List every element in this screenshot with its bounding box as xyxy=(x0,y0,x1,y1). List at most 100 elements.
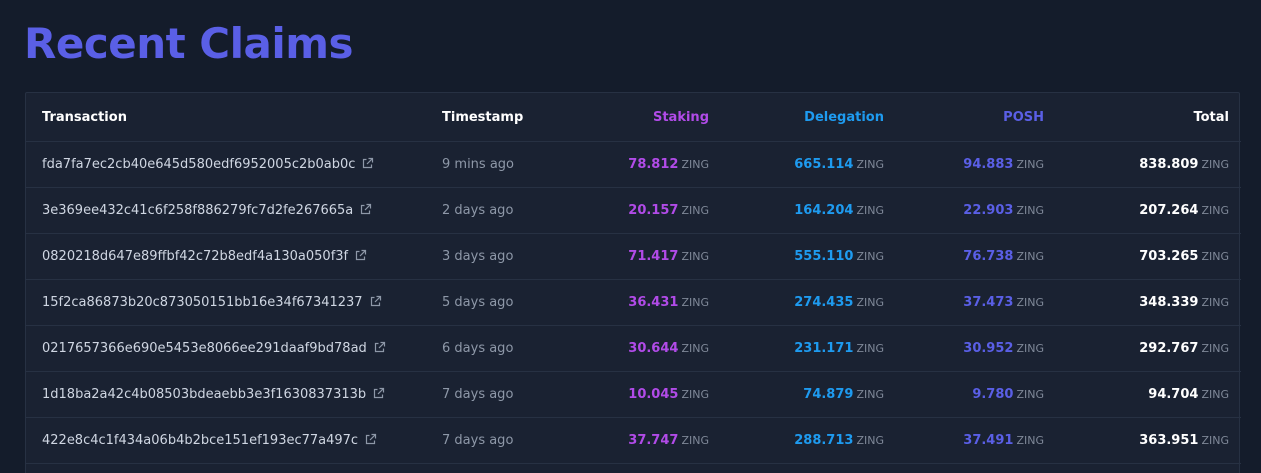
delegation-amount: 231.171 xyxy=(794,341,854,356)
delegation-cell: 288.713 ZING xyxy=(721,417,896,464)
header-delegation: Delegation xyxy=(721,93,896,142)
staking-cell: 36.431 ZING xyxy=(566,279,721,326)
external-link-icon[interactable] xyxy=(373,341,386,354)
delegation-amount: 74.879 xyxy=(803,387,854,402)
timestamp-cell: 7 days ago xyxy=(426,417,566,464)
unit-label: ZING xyxy=(681,296,709,309)
transaction-hash-link[interactable]: 0217657366e690e5453e8066ee291daaf9bd78ad xyxy=(42,341,367,356)
unit-label: ZING xyxy=(1016,158,1044,171)
unit-label: ZING xyxy=(856,204,884,217)
unit-label: ZING xyxy=(1016,296,1044,309)
delegation-cell: 665.114 ZING xyxy=(721,141,896,188)
timestamp-cell: 7 days ago xyxy=(426,371,566,418)
unit-label: ZING xyxy=(856,342,884,355)
posh-cell: 30.952 ZING xyxy=(896,325,1056,372)
header-transaction: Transaction xyxy=(26,93,426,142)
total-cell: 94.704 ZING xyxy=(1056,371,1241,418)
table-row: 1d18ba2a42c4b08503bdeaebb3e3f1630837313b… xyxy=(26,371,1241,418)
unit-label: ZING xyxy=(1016,434,1044,447)
unit-label: ZING xyxy=(1016,342,1044,355)
unit-label: ZING xyxy=(856,296,884,309)
transaction-hash-link[interactable]: 15f2ca86873b20c873050151bb16e34f67341237 xyxy=(42,295,363,310)
table-row: fda7fa7ec2cb40e645d580edf6952005c2b0ab0c… xyxy=(26,141,1241,188)
posh-amount: 30.952 xyxy=(963,341,1014,356)
table-body: fda7fa7ec2cb40e645d580edf6952005c2b0ab0c… xyxy=(26,141,1241,464)
unit-label: ZING xyxy=(1201,342,1229,355)
delegation-amount: 555.110 xyxy=(794,249,854,264)
transaction-cell: 422e8c4c1f434a06b4b2bce151ef193ec77a497c xyxy=(26,417,426,464)
unit-label: ZING xyxy=(856,158,884,171)
delegation-cell: 274.435 ZING xyxy=(721,279,896,326)
unit-label: ZING xyxy=(856,434,884,447)
claims-table-container: Transaction Timestamp Staking Delegation… xyxy=(25,92,1241,473)
staking-amount: 20.157 xyxy=(628,203,679,218)
posh-amount: 76.738 xyxy=(963,249,1014,264)
unit-label: ZING xyxy=(856,388,884,401)
staking-amount: 37.747 xyxy=(628,433,679,448)
timestamp-cell: 9 mins ago xyxy=(426,141,566,188)
total-cell: 363.951 ZING xyxy=(1056,417,1241,464)
unit-label: ZING xyxy=(681,388,709,401)
external-link-icon[interactable] xyxy=(364,433,377,446)
external-link-icon[interactable] xyxy=(361,157,374,170)
transaction-cell: 1d18ba2a42c4b08503bdeaebb3e3f1630837313b xyxy=(26,371,426,418)
posh-amount: 37.491 xyxy=(963,433,1014,448)
unit-label: ZING xyxy=(1201,296,1229,309)
timestamp-cell: 5 days ago xyxy=(426,279,566,326)
posh-cell: 9.780 ZING xyxy=(896,371,1056,418)
transaction-hash-link[interactable]: fda7fa7ec2cb40e645d580edf6952005c2b0ab0c xyxy=(42,157,355,172)
staking-amount: 36.431 xyxy=(628,295,679,310)
unit-label: ZING xyxy=(1201,388,1229,401)
external-link-icon[interactable] xyxy=(354,249,367,262)
total-amount: 363.951 xyxy=(1139,433,1199,448)
total-amount: 703.265 xyxy=(1139,249,1199,264)
unit-label: ZING xyxy=(856,250,884,263)
page-title: Recent Claims xyxy=(24,19,354,68)
external-link-icon[interactable] xyxy=(372,387,385,400)
timestamp-cell: 6 days ago xyxy=(426,325,566,372)
timestamp-cell: 2 days ago xyxy=(426,187,566,234)
total-cell: 703.265 ZING xyxy=(1056,233,1241,280)
unit-label: ZING xyxy=(681,250,709,263)
unit-label: ZING xyxy=(1016,204,1044,217)
header-total: Total xyxy=(1056,93,1241,142)
delegation-cell: 231.171 ZING xyxy=(721,325,896,372)
staking-cell: 78.812 ZING xyxy=(566,141,721,188)
posh-amount: 94.883 xyxy=(963,157,1014,172)
transaction-hash-link[interactable]: 1d18ba2a42c4b08503bdeaebb3e3f1630837313b xyxy=(42,387,366,402)
claims-table: Transaction Timestamp Staking Delegation… xyxy=(26,93,1241,464)
transaction-hash-link[interactable]: 3e369ee432c41c6f258f886279fc7d2fe267665a xyxy=(42,203,353,218)
total-amount: 94.704 xyxy=(1148,387,1199,402)
staking-amount: 10.045 xyxy=(628,387,679,402)
delegation-amount: 164.204 xyxy=(794,203,854,218)
delegation-amount: 274.435 xyxy=(794,295,854,310)
transaction-cell: 3e369ee432c41c6f258f886279fc7d2fe267665a xyxy=(26,187,426,234)
transaction-hash-link[interactable]: 0820218d647e89ffbf42c72b8edf4a130a050f3f xyxy=(42,249,348,264)
unit-label: ZING xyxy=(1201,204,1229,217)
transaction-hash-link[interactable]: 422e8c4c1f434a06b4b2bce151ef193ec77a497c xyxy=(42,433,358,448)
staking-amount: 30.644 xyxy=(628,341,679,356)
total-cell: 207.264 ZING xyxy=(1056,187,1241,234)
total-amount: 838.809 xyxy=(1139,157,1199,172)
page: Recent Claims Transaction Timestamp Stak… xyxy=(0,0,1261,473)
delegation-cell: 555.110 ZING xyxy=(721,233,896,280)
posh-cell: 37.491 ZING xyxy=(896,417,1056,464)
transaction-cell: 15f2ca86873b20c873050151bb16e34f67341237 xyxy=(26,279,426,326)
external-link-icon[interactable] xyxy=(369,295,382,308)
unit-label: ZING xyxy=(1016,250,1044,263)
header-posh: POSH xyxy=(896,93,1056,142)
staking-cell: 10.045 ZING xyxy=(566,371,721,418)
staking-cell: 37.747 ZING xyxy=(566,417,721,464)
table-row: 3e369ee432c41c6f258f886279fc7d2fe267665a… xyxy=(26,187,1241,234)
unit-label: ZING xyxy=(681,342,709,355)
header-staking: Staking xyxy=(566,93,721,142)
unit-label: ZING xyxy=(681,204,709,217)
staking-cell: 71.417 ZING xyxy=(566,233,721,280)
external-link-icon[interactable] xyxy=(359,203,372,216)
delegation-cell: 164.204 ZING xyxy=(721,187,896,234)
table-row: 0820218d647e89ffbf42c72b8edf4a130a050f3f… xyxy=(26,233,1241,280)
staking-amount: 78.812 xyxy=(628,157,679,172)
unit-label: ZING xyxy=(1201,250,1229,263)
posh-amount: 22.903 xyxy=(963,203,1014,218)
transaction-cell: fda7fa7ec2cb40e645d580edf6952005c2b0ab0c xyxy=(26,141,426,188)
